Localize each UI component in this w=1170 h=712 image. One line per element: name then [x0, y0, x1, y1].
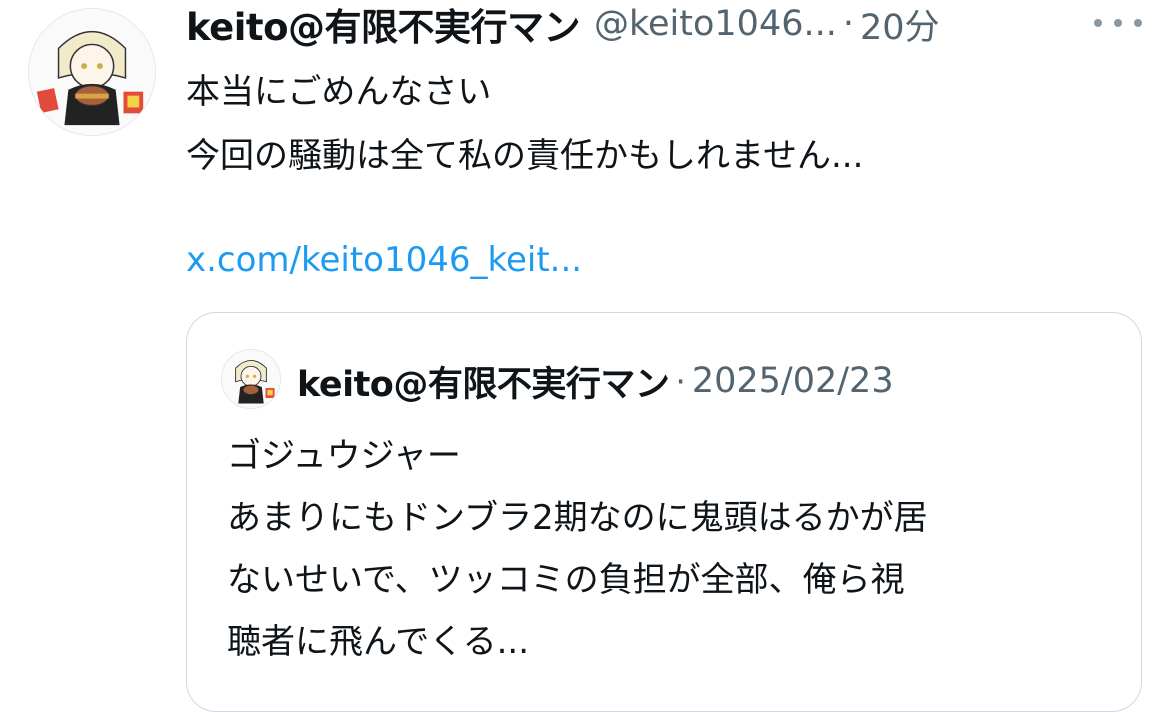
quote-date[interactable]: 2025/02/23 [692, 361, 894, 401]
author-avatar[interactable] [28, 8, 156, 136]
quote-author-avatar[interactable] [221, 349, 281, 409]
more-horizontal-icon[interactable] [1094, 8, 1142, 38]
quote-header-separator: · [675, 361, 686, 401]
tweet-text: 本当にごめんなさい 今回の騒動は全て私の責任かもしれません... [186, 60, 863, 188]
quoted-tweet[interactable]: keito@有限不実行マン · 2025/02/23 ゴジュウジャー あまりにも… [186, 312, 1142, 712]
more-dot [1094, 19, 1102, 27]
quote-text-line: 聴者に飛んでくる... [227, 622, 530, 662]
header-separator: · [842, 4, 855, 44]
avatar-illustration [222, 350, 280, 408]
tweet-link[interactable]: x.com/keito1046_keit... [186, 228, 582, 292]
quote-text-line: あまりにもドンブラ2期なのに鬼頭はるかが居 [227, 498, 928, 538]
more-dot [1114, 19, 1122, 27]
tweet-text-line: 本当にごめんなさい [186, 72, 492, 112]
quote-author-name[interactable]: keito@有限不実行マン [297, 356, 670, 407]
tweet-text-line: 今回の騒動は全て私の責任かもしれません... [186, 136, 864, 176]
quote-text-line: ゴジュウジャー [227, 436, 461, 476]
quote-header: keito@有限不実行マン · 2025/02/23 [297, 357, 894, 405]
more-dot [1134, 19, 1142, 27]
quote-text: ゴジュウジャー あまりにもドンブラ2期なのに鬼頭はるかが居 ないせいで、ツッコミ… [227, 425, 928, 673]
avatar-illustration [29, 9, 155, 135]
tweet-time[interactable]: 20分 [860, 0, 940, 50]
author-handle[interactable]: @keito1046... [594, 4, 837, 44]
tweet-header: keito@有限不実行マン @keito1046... · 20分 [186, 2, 940, 49]
author-name[interactable]: keito@有限不実行マン [186, 0, 581, 51]
quote-text-line: ないせいで、ツッコミの負担が全部、俺ら視 [227, 560, 905, 600]
